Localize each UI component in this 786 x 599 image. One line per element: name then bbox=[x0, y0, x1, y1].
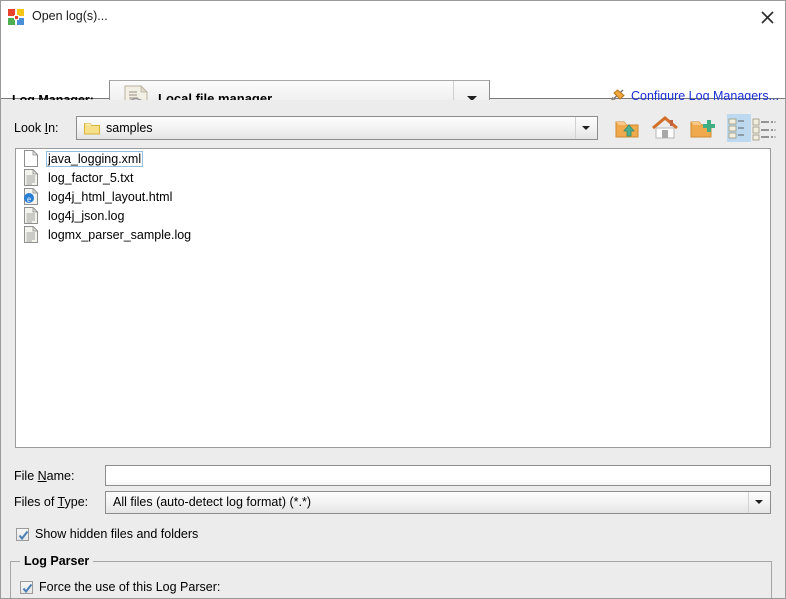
log-manager-header: Log Manager: Local file manager bbox=[1, 34, 785, 117]
files-of-type-value: All files (auto-detect log format) (*.*) bbox=[113, 495, 311, 509]
file-name-input[interactable] bbox=[105, 465, 771, 486]
force-log-parser-checkbox[interactable]: Force the use of this Log Parser: bbox=[20, 580, 220, 594]
list-item[interactable]: e log4j_html_layout.html bbox=[16, 187, 770, 206]
list-item[interactable]: logmx_parser_sample.log bbox=[16, 225, 770, 244]
file-name: log4j_html_layout.html bbox=[48, 189, 173, 204]
file-list[interactable]: java_logging.xml log_factor_5.txte log4j_h… bbox=[15, 148, 771, 448]
look-in-value: samples bbox=[106, 121, 153, 135]
file-name: logmx_parser_sample.log bbox=[48, 227, 192, 242]
logmx-logo-icon bbox=[8, 9, 25, 26]
chevron-down-icon[interactable] bbox=[575, 117, 597, 139]
text-file-icon bbox=[23, 225, 39, 243]
list-view-button[interactable] bbox=[727, 114, 751, 142]
show-hidden-files-checkbox[interactable]: Show hidden files and folders bbox=[16, 527, 198, 541]
open-logs-dialog: Open log(s)... Log Manager: Local file m… bbox=[0, 0, 786, 599]
file-name: java_logging.xml bbox=[46, 150, 144, 167]
home-button[interactable] bbox=[651, 114, 679, 142]
list-item[interactable]: java_logging.xml bbox=[16, 149, 770, 168]
text-file-icon bbox=[23, 206, 39, 224]
create-new-folder-button[interactable] bbox=[689, 114, 717, 142]
file-browser-panel: Look In: samples java_logging.xml log_fa… bbox=[1, 100, 785, 598]
list-item[interactable]: log4j_json.log bbox=[16, 206, 770, 225]
chevron-down-icon[interactable] bbox=[748, 492, 770, 513]
folder-icon bbox=[84, 121, 100, 135]
details-view-button[interactable] bbox=[751, 114, 777, 142]
svg-text:e: e bbox=[27, 194, 31, 204]
file-name: log4j_json.log bbox=[48, 208, 125, 223]
checkbox-box[interactable] bbox=[16, 527, 29, 541]
window-title: Open log(s)... bbox=[32, 9, 108, 23]
title-bar: Open log(s)... bbox=[1, 1, 785, 34]
file-name-label: File Name: bbox=[14, 469, 75, 483]
check-icon bbox=[22, 583, 33, 593]
files-of-type-label: Files of Type: bbox=[14, 495, 89, 509]
look-in-select[interactable]: samples bbox=[76, 116, 598, 140]
show-hidden-files-label: Show hidden files and folders bbox=[35, 527, 199, 541]
look-in-label: Look In: bbox=[14, 121, 59, 135]
checkbox-box[interactable] bbox=[20, 580, 33, 594]
html-file-icon: e bbox=[23, 187, 39, 205]
text-file-icon bbox=[23, 168, 39, 186]
check-icon bbox=[18, 530, 29, 540]
log-parser-group-title: Log Parser bbox=[20, 554, 94, 568]
force-log-parser-label: Force the use of this Log Parser: bbox=[39, 580, 221, 594]
files-of-type-select[interactable]: All files (auto-detect log format) (*.*) bbox=[105, 491, 771, 514]
up-one-level-button[interactable] bbox=[613, 114, 641, 142]
file-name: log_factor_5.txt bbox=[48, 170, 134, 185]
list-item[interactable]: log_factor_5.txt bbox=[16, 168, 770, 187]
close-icon[interactable] bbox=[753, 4, 783, 31]
xml-file-icon bbox=[23, 149, 39, 167]
